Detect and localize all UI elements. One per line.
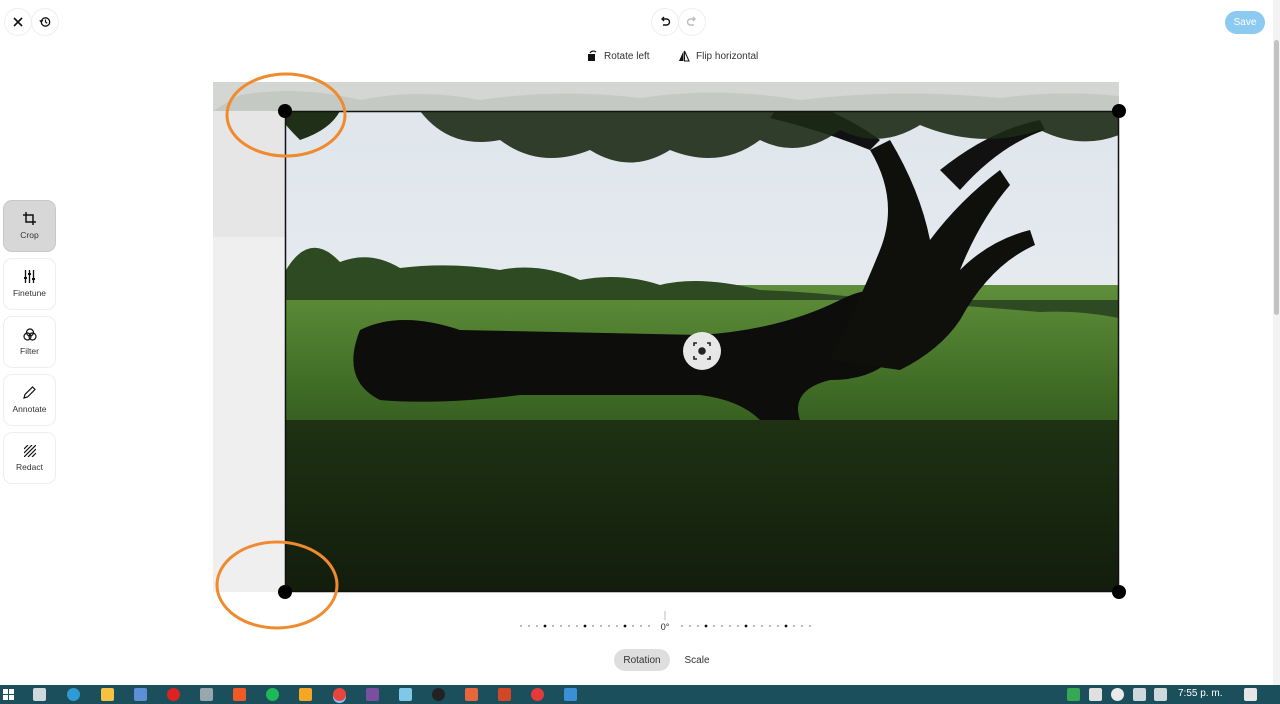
taskbar: 7:55 p. m. [0, 685, 1280, 704]
crop-handle-bottom-right[interactable] [1112, 585, 1126, 599]
task-view-icon[interactable] [33, 688, 46, 701]
network-icon[interactable] [1133, 688, 1146, 701]
windows-start-icon[interactable] [3, 689, 14, 700]
media-player-icon[interactable] [299, 688, 312, 701]
tab-rotation[interactable]: Rotation [614, 649, 670, 671]
crop-handle-top-left[interactable] [278, 104, 292, 118]
app-icon-5[interactable] [531, 688, 544, 701]
app-icon-1[interactable] [134, 688, 147, 701]
calculator-icon[interactable] [200, 688, 213, 701]
app-icon-2[interactable] [366, 688, 379, 701]
tab-scale[interactable]: Scale [678, 649, 716, 671]
app-icon-3[interactable] [432, 688, 445, 701]
image-canvas[interactable]: 0° [0, 0, 1280, 704]
powerpoint-icon[interactable] [498, 688, 511, 701]
chat-icon[interactable] [1111, 688, 1124, 701]
taskbar-clock[interactable]: 7:55 p. m. [1178, 688, 1222, 699]
file-explorer-icon[interactable] [101, 688, 114, 701]
notes-icon[interactable] [399, 688, 412, 701]
spotify-icon[interactable] [266, 688, 279, 701]
page-scrollbar-thumb[interactable] [1274, 40, 1279, 315]
volume-icon[interactable] [1154, 688, 1167, 701]
rotation-value: 0° [661, 622, 670, 632]
edge-icon[interactable] [67, 688, 80, 701]
opera-icon[interactable] [167, 688, 180, 701]
photos-icon[interactable] [564, 688, 577, 701]
chrome-icon[interactable] [333, 688, 346, 701]
center-focus-button[interactable] [683, 332, 721, 370]
security-icon[interactable] [1089, 688, 1102, 701]
app-icon-4[interactable] [465, 688, 478, 701]
drive-icon[interactable] [1067, 688, 1080, 701]
notifications-icon[interactable] [1244, 688, 1257, 701]
brave-icon[interactable] [233, 688, 246, 701]
crop-handle-top-right[interactable] [1112, 104, 1126, 118]
image-outside-crop-left [213, 237, 286, 592]
crop-handle-bottom-left[interactable] [278, 585, 292, 599]
